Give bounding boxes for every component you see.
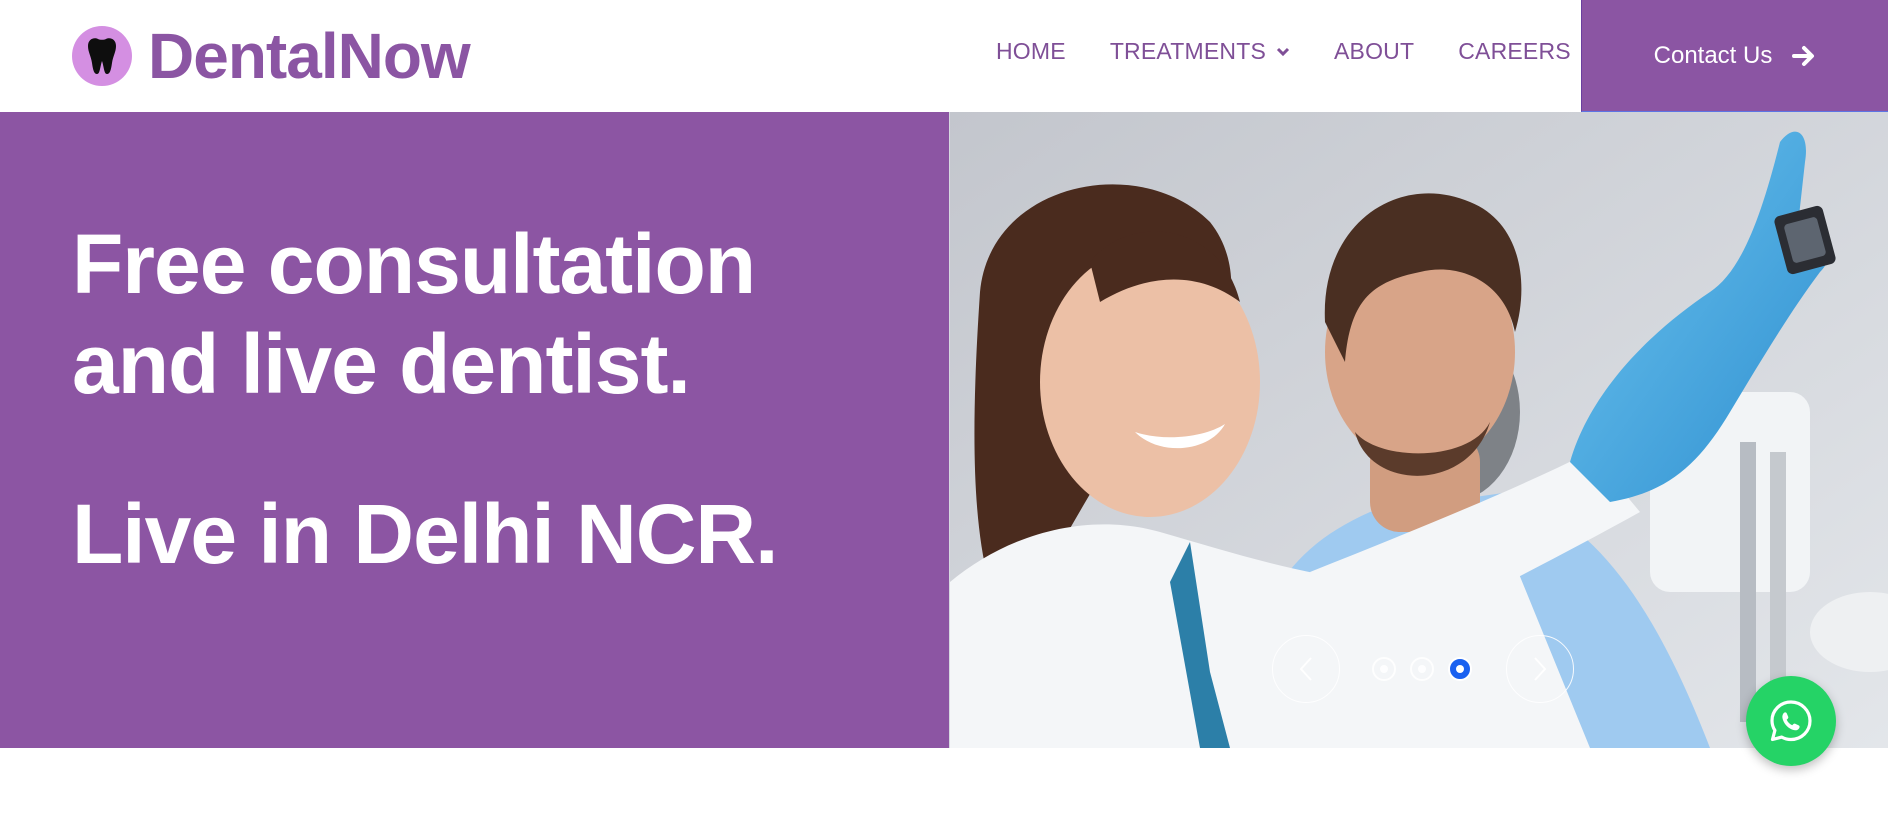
hero-image	[950, 112, 1888, 748]
nav-home[interactable]: HOME	[996, 38, 1066, 65]
nav-careers[interactable]: CAREERS	[1458, 38, 1571, 65]
carousel-prev-button[interactable]	[1272, 635, 1340, 703]
hero-text-panel: Free consultation and live dentist. Live…	[0, 112, 949, 748]
contact-us-button[interactable]: Contact Us	[1581, 0, 1888, 112]
contact-us-label: Contact Us	[1653, 41, 1773, 69]
carousel-indicators	[1372, 657, 1472, 681]
hero-headline-line1: Free consultation	[72, 217, 756, 311]
chevron-down-icon	[1276, 47, 1290, 56]
hero-carousel	[949, 112, 1888, 748]
hero-headline-line2: and live dentist.	[72, 317, 691, 411]
nav-careers-label: CAREERS	[1458, 38, 1571, 64]
nav-treatments-label: TREATMENTS	[1109, 38, 1266, 64]
carousel-dot-1[interactable]	[1372, 657, 1396, 681]
hero-headline: Free consultation and live dentist.	[72, 214, 756, 414]
whatsapp-button[interactable]	[1746, 676, 1836, 766]
chevron-left-icon	[1299, 657, 1312, 681]
carousel-next-button[interactable]	[1506, 635, 1574, 703]
carousel-dot-3[interactable]	[1448, 657, 1472, 681]
brand-name: DentalNow	[148, 20, 471, 92]
site-header: DentalNow HOME TREATMENTS ABOUT CAREERS …	[0, 0, 1888, 112]
tooth-icon	[72, 26, 132, 86]
brand-logo[interactable]: DentalNow	[72, 20, 471, 92]
nav-treatments[interactable]: TREATMENTS	[1110, 38, 1290, 65]
main-nav: HOME TREATMENTS ABOUT CAREERS	[996, 38, 1571, 65]
whatsapp-icon	[1770, 700, 1812, 742]
nav-home-label: HOME	[996, 38, 1066, 64]
chevron-right-icon	[1534, 657, 1547, 681]
nav-about-label: ABOUT	[1334, 38, 1415, 64]
arrow-right-icon	[1792, 45, 1815, 66]
nav-about[interactable]: ABOUT	[1334, 38, 1414, 65]
carousel-dot-2[interactable]	[1410, 657, 1434, 681]
hero-subline: Live in Delhi NCR.	[72, 487, 778, 581]
